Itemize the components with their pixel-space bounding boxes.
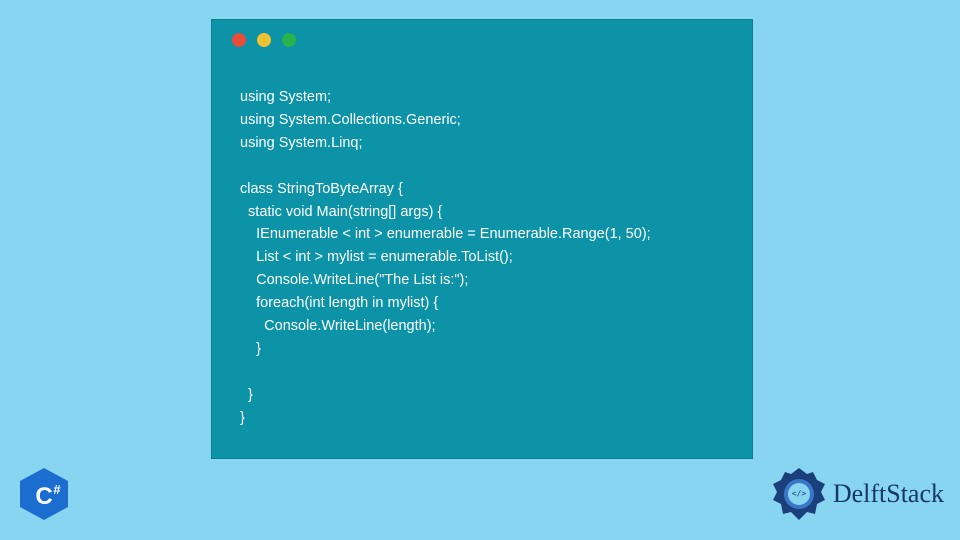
svg-text:#: #	[53, 482, 61, 497]
delftstack-label: DelftStack	[833, 479, 944, 509]
svg-text:C: C	[35, 483, 52, 510]
window-titlebar	[212, 20, 752, 60]
delftstack-emblem-icon: </>	[769, 464, 829, 524]
delftstack-logo: </> DelftStack	[769, 464, 944, 524]
csharp-logo-icon: C #	[16, 466, 72, 522]
minimize-icon	[257, 33, 271, 47]
svg-text:</>: </>	[792, 489, 807, 498]
code-content: using System; using System.Collections.G…	[212, 60, 752, 450]
maximize-icon	[282, 33, 296, 47]
close-icon	[232, 33, 246, 47]
code-window: using System; using System.Collections.G…	[211, 19, 753, 459]
